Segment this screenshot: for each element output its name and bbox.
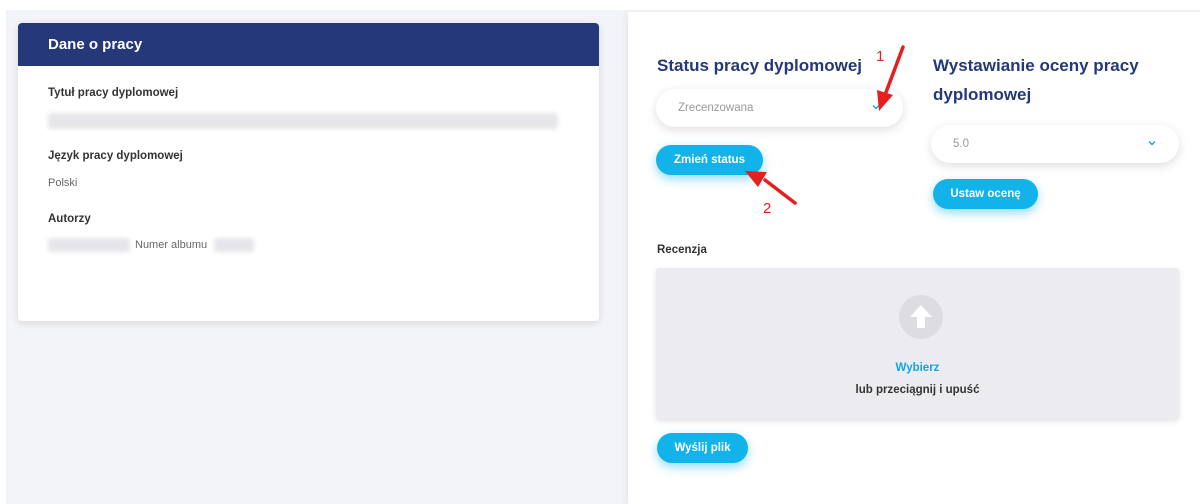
annotation-arrows [745, 45, 905, 205]
annotation-marker-2: 2 [763, 200, 772, 217]
annotation-arrow-2 [745, 171, 797, 205]
annotation-marker-1: 1 [876, 48, 885, 65]
